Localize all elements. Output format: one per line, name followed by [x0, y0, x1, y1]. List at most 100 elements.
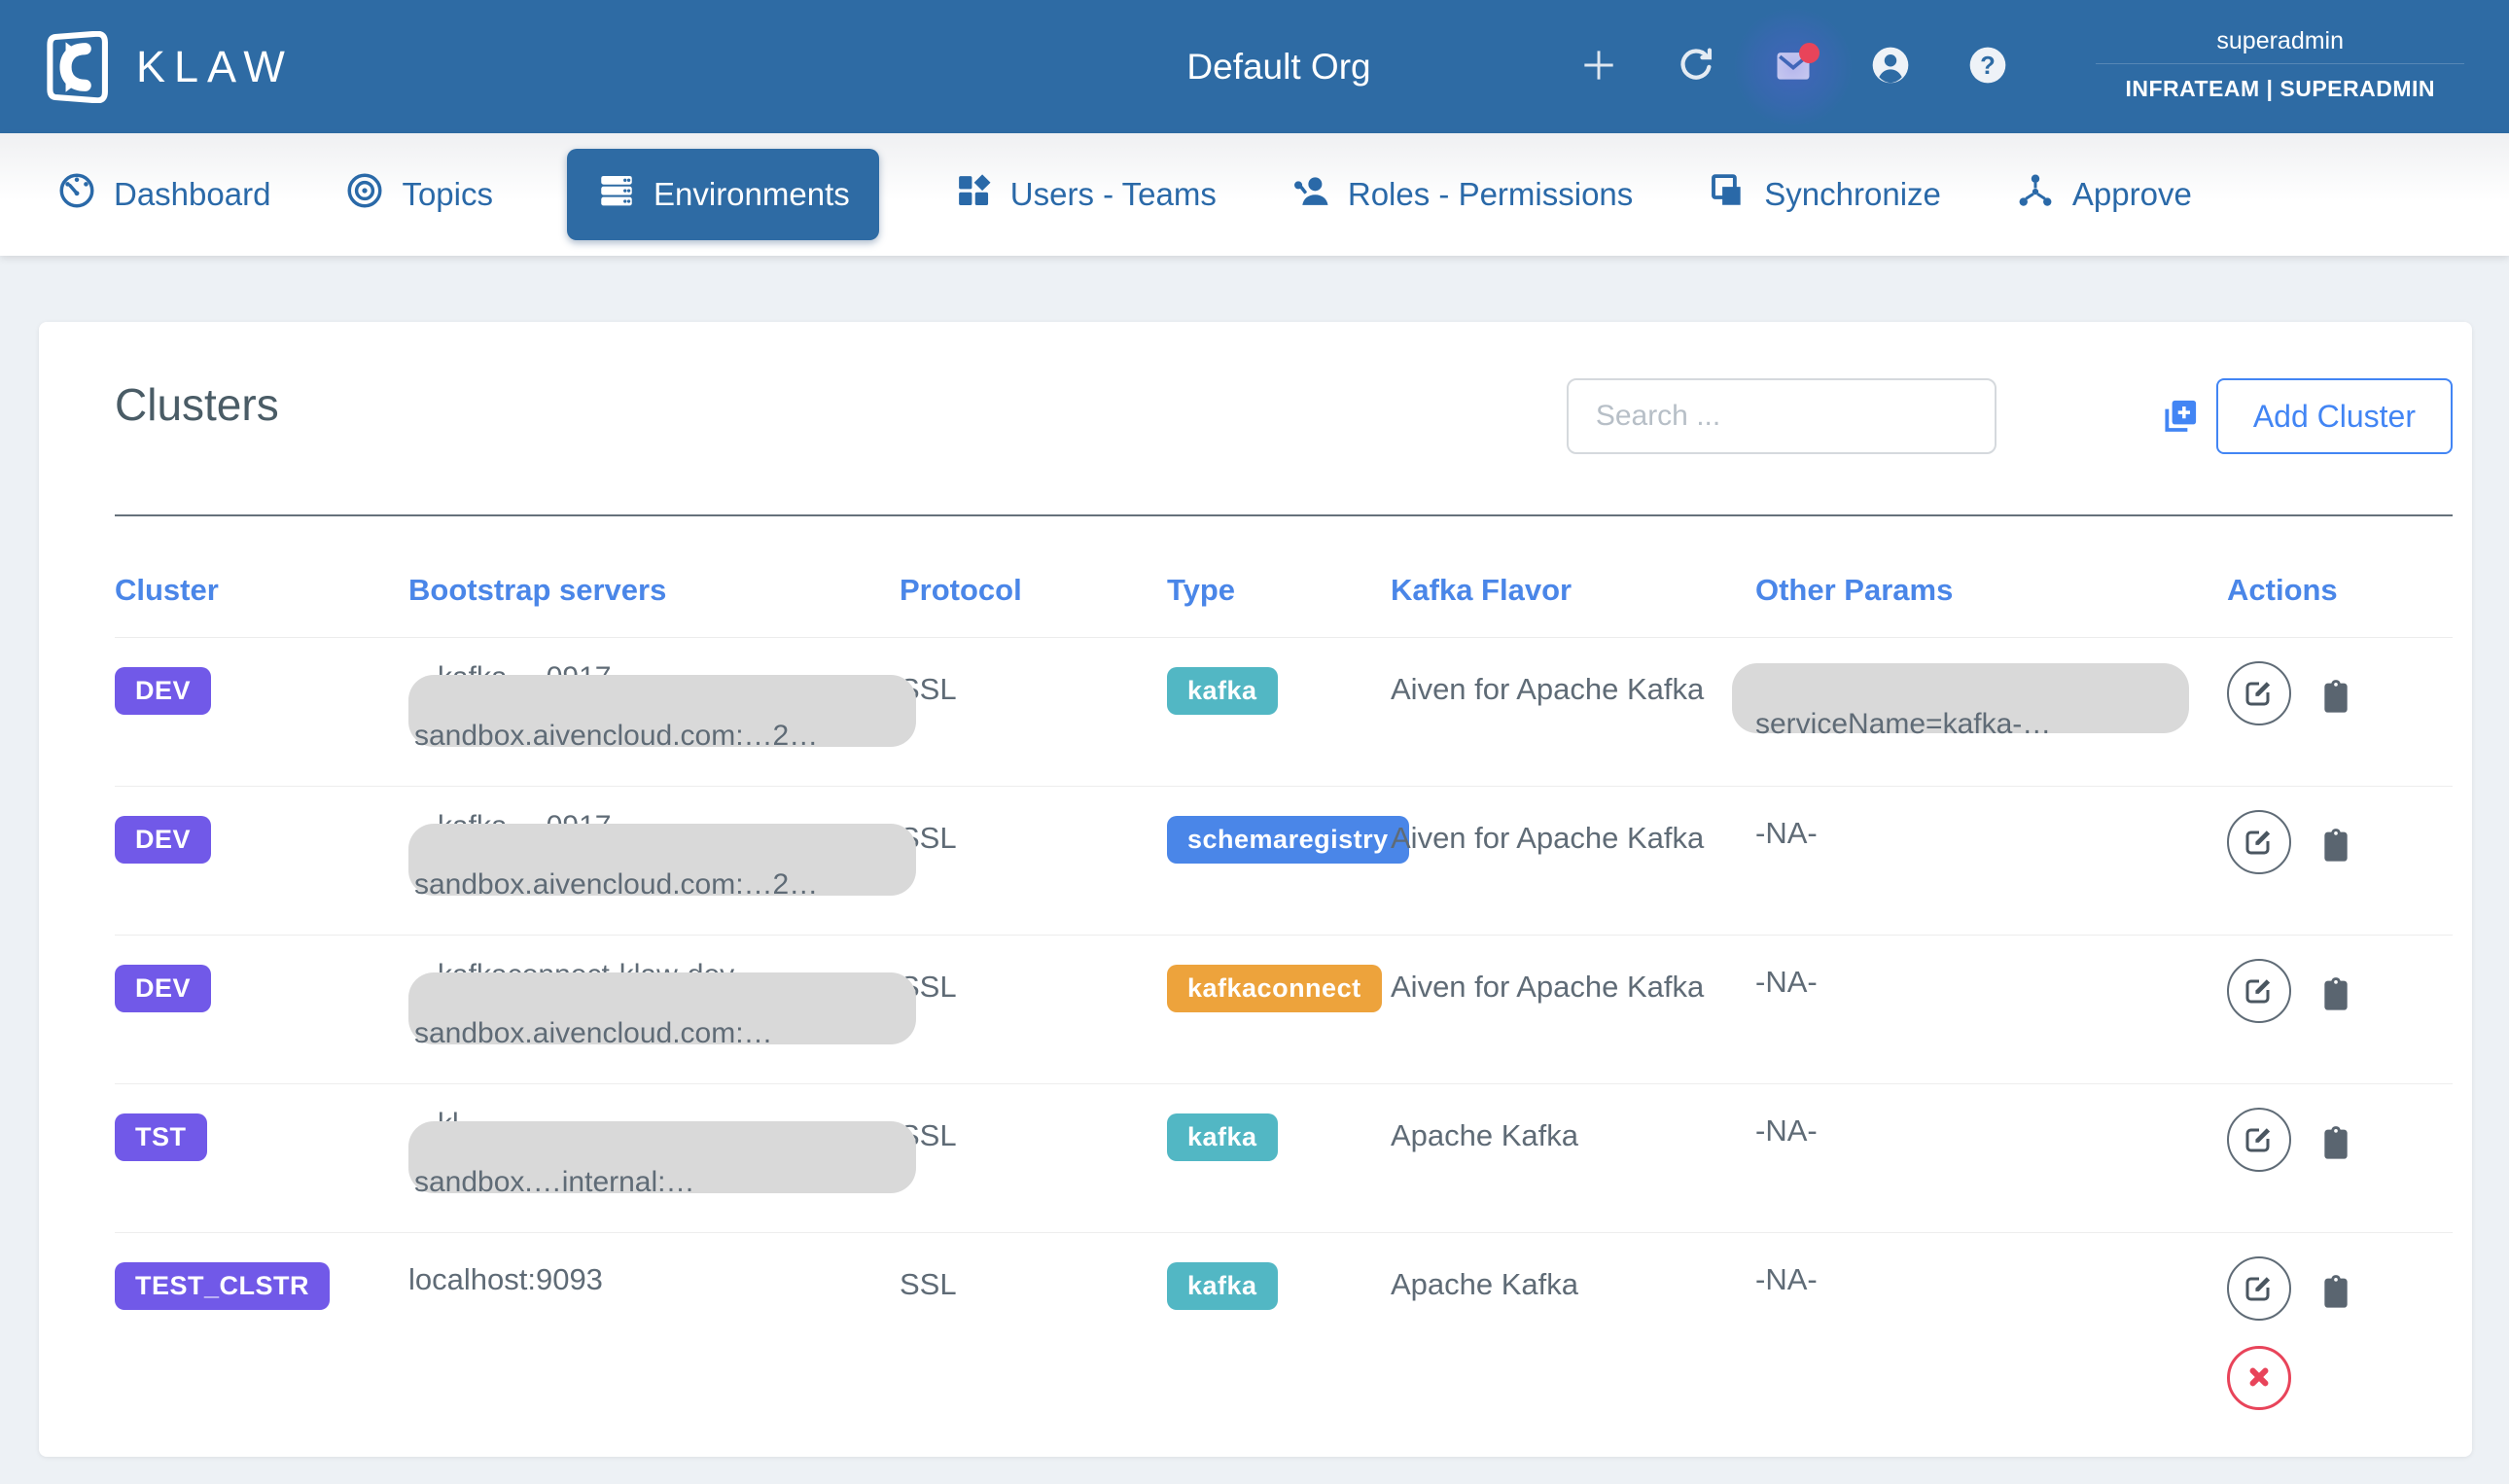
copy-bootstrap-button[interactable]	[2316, 674, 2355, 719]
row-actions	[2227, 1113, 2453, 1172]
page-title: Clusters	[115, 378, 279, 431]
bootstrap-redacted: kl… sandbox.…internal:…	[408, 1108, 916, 1215]
tab-label: Dashboard	[114, 176, 270, 213]
table-body: DEV kafka-…0917-… sandbox.aivencloud.com…	[115, 638, 2453, 1428]
cluster-badge: DEV	[115, 965, 211, 1012]
edit-cluster-button[interactable]	[2227, 1108, 2291, 1172]
bootstrap-redacted: kafka-…0917-… sandbox.aivencloud.com:…2…	[408, 661, 916, 768]
table-row: DEV kafka-…0917-… sandbox.aivencloud.com…	[115, 638, 2453, 787]
help-button[interactable]: ?	[1963, 43, 2012, 91]
add-cluster-button[interactable]: Add Cluster	[2216, 378, 2453, 454]
kafka-flavor-value: Apache Kafka	[1391, 1113, 1755, 1153]
account-icon	[1869, 44, 1912, 89]
column-header-other-params: Other Params	[1755, 573, 2227, 608]
tab-label: Approve	[2072, 176, 2192, 213]
protocol-value: SSL	[900, 1262, 1167, 1302]
protocol-value: SSL	[900, 667, 1167, 707]
clipboard-icon	[2316, 972, 2355, 1016]
type-badge: kafka	[1167, 1113, 1278, 1161]
bootstrap-redacted: kafkaconnect-klaw-dev-… sandbox.aivenclo…	[408, 959, 916, 1066]
tab-users-teams[interactable]: Users - Teams	[953, 170, 1217, 219]
column-header-kafka-flavor: Kafka Flavor	[1391, 573, 1755, 608]
delete-cluster-button[interactable]	[2227, 1346, 2291, 1410]
row-actions	[2227, 816, 2453, 874]
protocol-value: SSL	[900, 1113, 1167, 1153]
clipboard-icon	[2316, 1269, 2355, 1314]
type-badge: kafka	[1167, 667, 1278, 715]
kafka-flavor-value: Aiven for Apache Kafka	[1391, 816, 1755, 856]
column-header-bootstrap-servers: Bootstrap servers	[408, 573, 900, 608]
params-plain: -NA-	[1755, 960, 1818, 999]
plus-button[interactable]	[1574, 43, 1623, 91]
org-title: Default Org	[1186, 47, 1370, 88]
cluster-badge: DEV	[115, 816, 211, 864]
header-actions: ? superadmin INFRATEAM | SUPERADMIN	[1574, 19, 2464, 114]
clipboard-icon	[2316, 674, 2355, 719]
table-row: DEV kafka-…0917-… sandbox.aivencloud.com…	[115, 787, 2453, 936]
edit-cluster-button[interactable]	[2227, 959, 2291, 1023]
account-button[interactable]	[1866, 43, 1915, 91]
copy-bootstrap-button[interactable]	[2316, 1269, 2355, 1314]
column-header-protocol: Protocol	[900, 573, 1167, 608]
refresh-button[interactable]	[1672, 43, 1720, 91]
team-role-label: INFRATEAM | SUPERADMIN	[2096, 63, 2464, 114]
tab-synchronize[interactable]: Synchronize	[1707, 170, 1941, 219]
edit-cluster-button[interactable]	[2227, 661, 2291, 725]
edit-cluster-button[interactable]	[2227, 1256, 2291, 1321]
edit-icon	[2242, 675, 2277, 713]
approve-icon	[2015, 170, 2056, 219]
cluster-badge: DEV	[115, 667, 211, 715]
refresh-icon	[1675, 44, 1717, 89]
edit-icon	[2242, 824, 2277, 862]
clipboard-icon	[2316, 823, 2355, 867]
copy-bootstrap-button[interactable]	[2316, 972, 2355, 1016]
table-header: Cluster Bootstrap servers Protocol Type …	[115, 516, 2453, 638]
edit-icon	[2242, 972, 2277, 1010]
protocol-value: SSL	[900, 965, 1167, 1005]
row-actions	[2227, 667, 2453, 725]
brand-name: KLAW	[136, 42, 294, 92]
copy-bootstrap-button[interactable]	[2316, 823, 2355, 867]
tab-label: Topics	[402, 176, 493, 213]
bootstrap-fragment-bottom: sandbox.…internal:…	[414, 1166, 695, 1199]
notifications-button[interactable]	[1769, 43, 1818, 91]
kafka-flavor-value: Aiven for Apache Kafka	[1391, 965, 1755, 1005]
kafka-flavor-value: Apache Kafka	[1391, 1262, 1755, 1302]
params-plain: -NA-	[1755, 811, 1818, 850]
add-cluster-icon[interactable]	[2160, 396, 2201, 437]
topics-icon	[344, 170, 385, 219]
cluster-badge: TEST_CLSTR	[115, 1262, 330, 1310]
tab-topics[interactable]: Topics	[344, 170, 493, 219]
delete-x-icon	[2245, 1363, 2273, 1394]
klaw-logo-icon	[45, 31, 113, 103]
svg-text:?: ?	[1981, 53, 1997, 80]
app-header: KLAW Default Org	[0, 0, 2509, 133]
tab-roles-permissions[interactable]: Roles - Permissions	[1290, 170, 1633, 219]
table-row: TST kl… sandbox.…internal:… SSL kafka Ap…	[115, 1084, 2453, 1233]
dashboard-icon	[56, 170, 97, 219]
synchronize-icon	[1707, 170, 1748, 219]
clipboard-icon	[2316, 1120, 2355, 1165]
tab-dashboard[interactable]: Dashboard	[56, 170, 270, 219]
copy-bootstrap-button[interactable]	[2316, 1120, 2355, 1165]
protocol-value: SSL	[900, 816, 1167, 856]
help-icon: ?	[1966, 44, 2009, 89]
tab-environments[interactable]: Environments	[567, 149, 879, 240]
cluster-badge: TST	[115, 1113, 207, 1161]
tab-label: Synchronize	[1764, 176, 1941, 213]
environments-icon	[596, 170, 637, 219]
row-actions	[2227, 965, 2453, 1023]
brand[interactable]: KLAW	[45, 31, 294, 103]
bootstrap-fragment-bottom: sandbox.aivencloud.com:…2…	[414, 868, 818, 901]
edit-cluster-button[interactable]	[2227, 810, 2291, 874]
search-input[interactable]	[1567, 378, 1997, 454]
params-redacted: serviceName=kafka-…	[1755, 663, 2212, 757]
column-header-type: Type	[1167, 573, 1391, 608]
user-info[interactable]: superadmin INFRATEAM | SUPERADMIN	[2096, 19, 2464, 114]
params-plain: -NA-	[1755, 1257, 1818, 1296]
type-badge: kafka	[1167, 1262, 1278, 1310]
tab-label: Roles - Permissions	[1348, 176, 1633, 213]
tab-approve[interactable]: Approve	[2015, 170, 2192, 219]
column-header-actions: Actions	[2227, 573, 2453, 608]
kafka-flavor-value: Aiven for Apache Kafka	[1391, 667, 1755, 707]
